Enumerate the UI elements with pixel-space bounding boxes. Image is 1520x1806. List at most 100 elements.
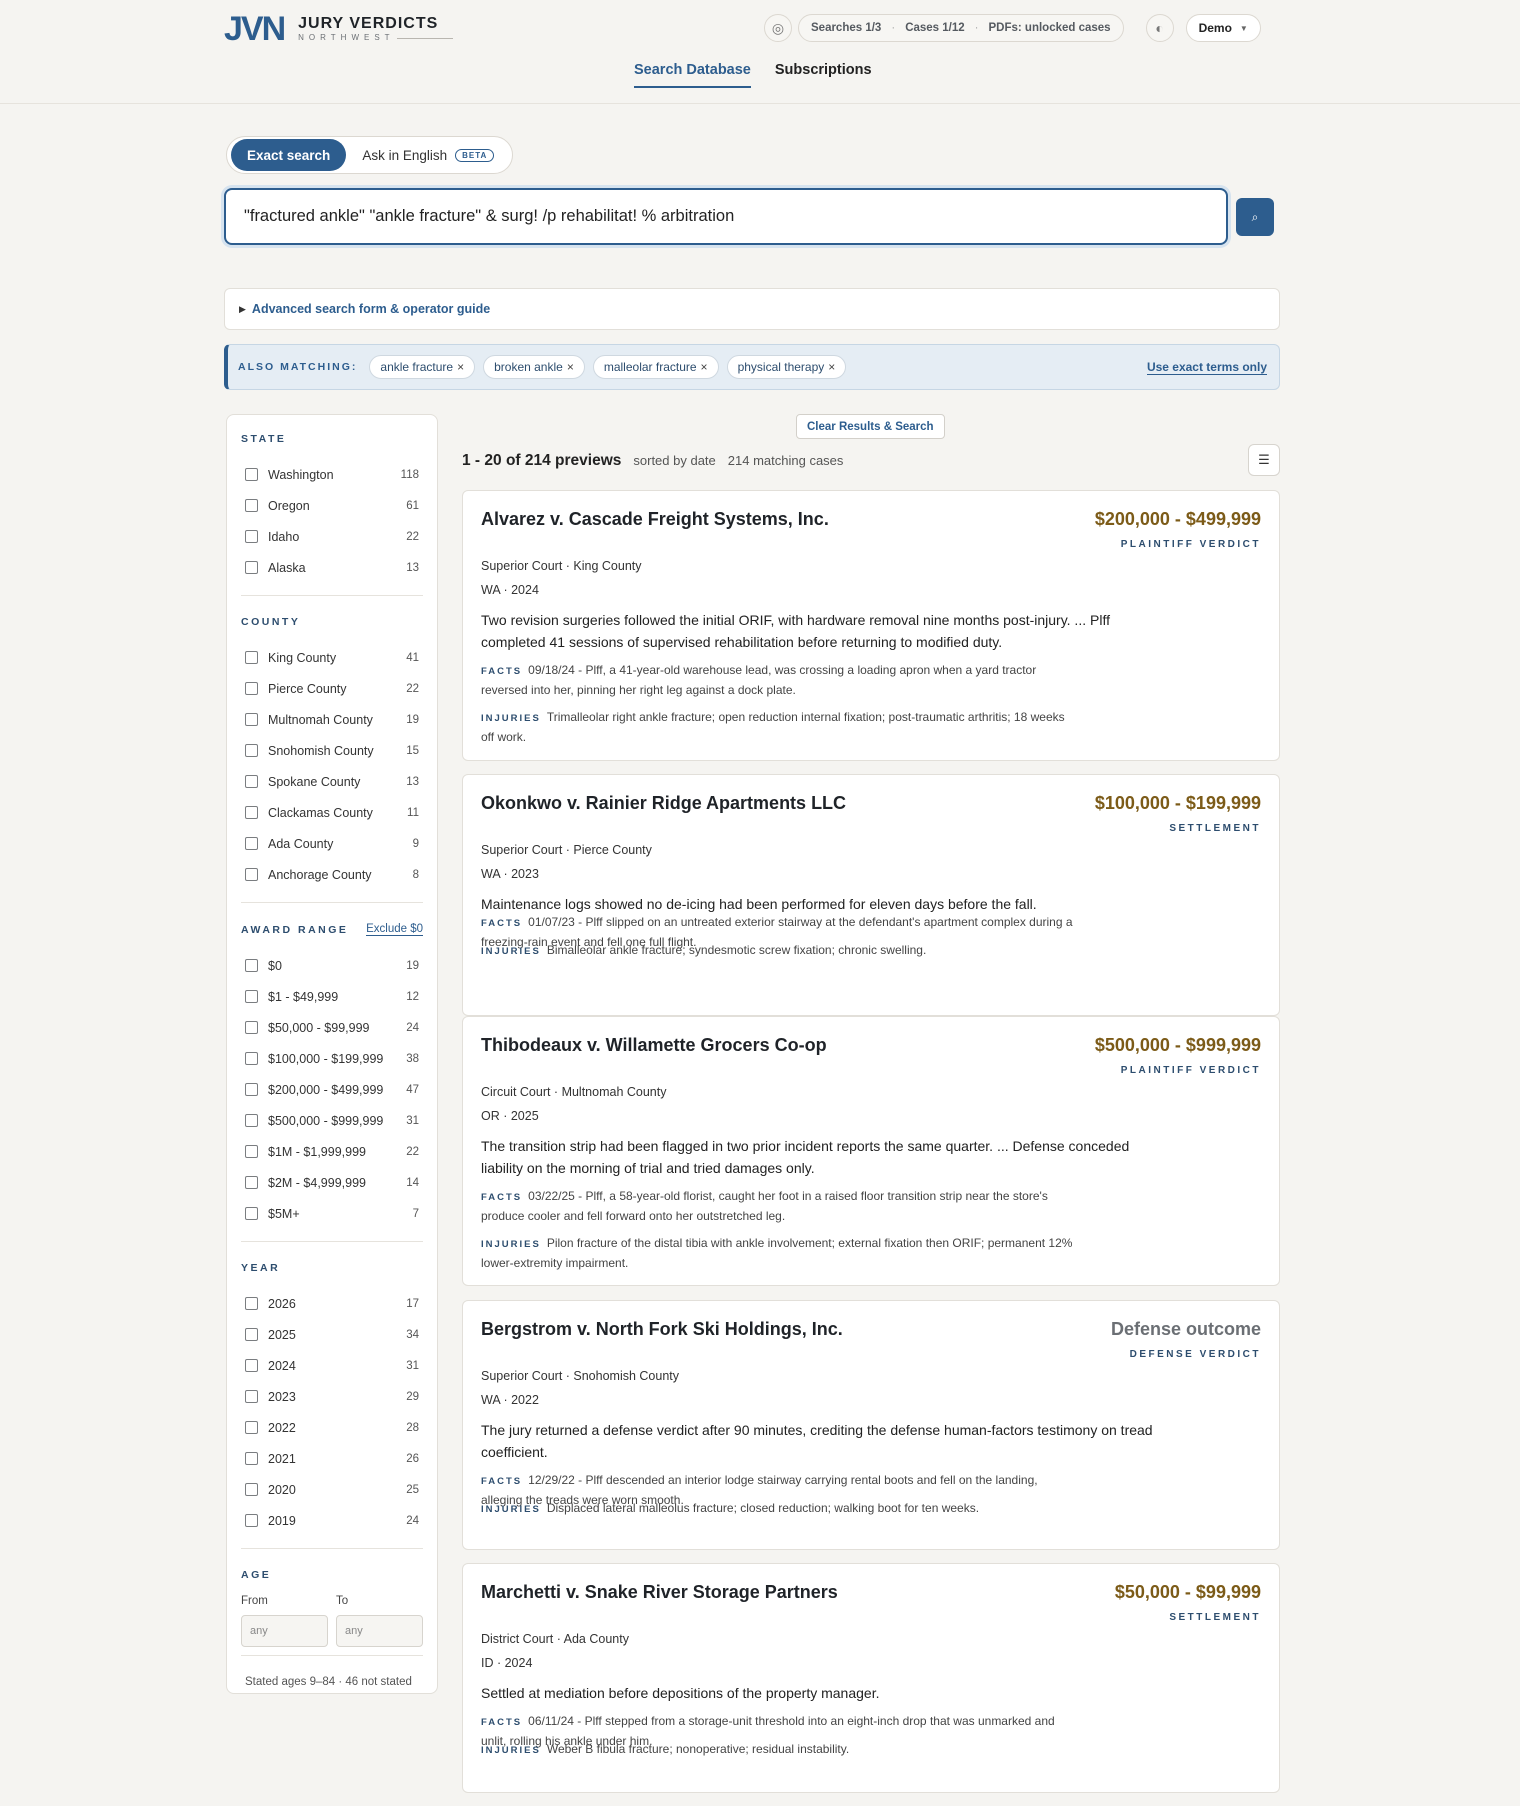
case-title[interactable]: Okonkwo v. Rainier Ridge Apartments LLC — [481, 793, 846, 814]
checkbox[interactable] — [245, 775, 258, 788]
clear-results-button[interactable]: Clear Results & Search — [796, 414, 945, 439]
case-card[interactable]: Alvarez v. Cascade Freight Systems, Inc.… — [462, 490, 1280, 761]
half-circle-icon[interactable]: ◐ — [1145, 14, 1174, 42]
close-icon[interactable]: × — [828, 360, 835, 374]
year-filter-item[interactable]: 2019 24 — [241, 1505, 423, 1536]
award-filter-item[interactable]: $50,000 - $99,999 24 — [241, 1012, 423, 1043]
checkbox[interactable] — [245, 1145, 258, 1158]
search-button[interactable]: ⌕ — [1236, 198, 1274, 236]
state-filter-item[interactable]: Idaho 22 — [241, 521, 423, 552]
injuries-label: INJURIES — [481, 1239, 541, 1250]
award-filter-item[interactable]: $100,000 - $199,999 38 — [241, 1043, 423, 1074]
year-filter-item[interactable]: 2022 28 — [241, 1412, 423, 1443]
award-filter-item[interactable]: $2M - $4,999,999 14 — [241, 1167, 423, 1198]
checkbox[interactable] — [245, 1390, 258, 1403]
chip-physical-therapy[interactable]: physical therapy × — [726, 355, 847, 379]
checkbox[interactable] — [245, 1176, 258, 1189]
case-title[interactable]: Bergstrom v. North Fork Ski Holdings, In… — [481, 1319, 843, 1340]
ask-english-button[interactable]: Ask in English BETA — [354, 148, 508, 163]
results-matching-count: 214 matching cases — [727, 453, 844, 468]
state-filter-item[interactable]: Alaska 13 — [241, 552, 423, 583]
sort-button[interactable]: ☰ — [1248, 444, 1280, 476]
checkbox[interactable] — [245, 1207, 258, 1220]
year-filter-item[interactable]: 2026 17 — [241, 1288, 423, 1319]
close-icon[interactable]: × — [457, 360, 464, 374]
checkbox[interactable] — [245, 1514, 258, 1527]
award-filter-item[interactable]: $5M+ 7 — [241, 1198, 423, 1229]
checkbox[interactable] — [245, 744, 258, 757]
info-ring-icon[interactable]: ◎ — [764, 14, 792, 42]
award-filter-item[interactable]: $500,000 - $999,999 31 — [241, 1105, 423, 1136]
checkbox[interactable] — [245, 1359, 258, 1372]
state-filter-item[interactable]: Oregon 61 — [241, 490, 423, 521]
user-menu-button[interactable]: Demo ▼ — [1185, 14, 1261, 42]
state-filter-item[interactable]: Washington 118 — [241, 459, 423, 490]
checkbox[interactable] — [245, 1021, 258, 1034]
award-filter-item[interactable]: $1 - $49,999 12 — [241, 981, 423, 1012]
year-filter-item[interactable]: 2020 25 — [241, 1474, 423, 1505]
checkbox[interactable] — [245, 561, 258, 574]
case-title[interactable]: Thibodeaux v. Willamette Grocers Co-op — [481, 1035, 827, 1056]
checkbox[interactable] — [245, 651, 258, 664]
checkbox[interactable] — [245, 1114, 258, 1127]
checkbox[interactable] — [245, 1483, 258, 1496]
year-filter-item[interactable]: 2025 34 — [241, 1319, 423, 1350]
county-filter-item[interactable]: Spokane County 13 — [241, 766, 423, 797]
filter-label: Anchorage County — [268, 867, 372, 882]
county-filter-item[interactable]: Pierce County 22 — [241, 673, 423, 704]
checkbox[interactable] — [245, 530, 258, 543]
case-title[interactable]: Marchetti v. Snake River Storage Partner… — [481, 1582, 838, 1603]
checkbox[interactable] — [245, 1297, 258, 1310]
exact-search-button[interactable]: Exact search — [231, 139, 347, 171]
checkbox[interactable] — [245, 1328, 258, 1341]
checkbox[interactable] — [245, 713, 258, 726]
chip-broken-ankle[interactable]: broken ankle × — [483, 355, 585, 379]
exclude-zero-link[interactable]: Exclude $0 — [366, 923, 423, 936]
chip-malleolar-fracture[interactable]: malleolar fracture × — [592, 355, 719, 379]
award-filter-item[interactable]: $0 19 — [241, 950, 423, 981]
checkbox[interactable] — [245, 1452, 258, 1465]
close-icon[interactable]: × — [567, 360, 574, 374]
checkbox[interactable] — [245, 959, 258, 972]
close-icon[interactable]: × — [701, 360, 708, 374]
checkbox[interactable] — [245, 837, 258, 850]
checkbox[interactable] — [245, 1083, 258, 1096]
county-filter-item[interactable]: Ada County 9 — [241, 828, 423, 859]
checkbox[interactable] — [245, 682, 258, 695]
year-filter-item[interactable]: 2024 31 — [241, 1350, 423, 1381]
advanced-search-toggle[interactable]: ▶ Advanced search form & operator guide — [224, 288, 1280, 330]
checkbox[interactable] — [245, 1421, 258, 1434]
county-filter-item[interactable]: King County 41 — [241, 642, 423, 673]
tab-subscriptions[interactable]: Subscriptions — [775, 62, 872, 88]
case-card[interactable]: Okonkwo v. Rainier Ridge Apartments LLC $… — [462, 774, 1280, 1016]
year-filter-item[interactable]: 2021 26 — [241, 1443, 423, 1474]
case-title[interactable]: Alvarez v. Cascade Freight Systems, Inc. — [481, 509, 829, 530]
county-filter-item[interactable]: Snohomish County 15 — [241, 735, 423, 766]
chip-ankle-fracture[interactable]: ankle fracture × — [369, 355, 476, 379]
checkbox[interactable] — [245, 1052, 258, 1065]
checkbox[interactable] — [245, 990, 258, 1003]
use-exact-terms-link[interactable]: Use exact terms only — [1146, 360, 1267, 375]
county-filter-item[interactable]: Anchorage County 8 — [241, 859, 423, 890]
county-filter-item[interactable]: Clackamas County 11 — [241, 797, 423, 828]
also-matching-label: ALSO MATCHING: — [238, 361, 358, 373]
filter-count: 22 — [406, 1145, 419, 1158]
case-card[interactable]: Thibodeaux v. Willamette Grocers Co-op $5… — [462, 1016, 1280, 1286]
checkbox[interactable] — [245, 806, 258, 819]
county-filter-item[interactable]: Multnomah County 19 — [241, 704, 423, 735]
search-input[interactable]: "fractured ankle" "ankle fracture" & sur… — [224, 188, 1228, 245]
site-header: JVN JURY VERDICTS NORTHWEST ◎ Searches 1… — [0, 0, 1520, 104]
year-filter-item[interactable]: 2023 29 — [241, 1381, 423, 1412]
award-filter-item[interactable]: $1M - $1,999,999 22 — [241, 1136, 423, 1167]
checkbox[interactable] — [245, 499, 258, 512]
site-logo[interactable]: JVN JURY VERDICTS NORTHWEST — [224, 12, 453, 46]
tab-search-database[interactable]: Search Database — [634, 62, 751, 88]
checkbox[interactable] — [245, 868, 258, 881]
checkbox[interactable] — [245, 468, 258, 481]
age-to-input[interactable]: any — [336, 1615, 423, 1647]
age-from-input[interactable]: any — [241, 1615, 328, 1647]
case-card[interactable]: Marchetti v. Snake River Storage Partner… — [462, 1563, 1280, 1793]
case-card[interactable]: Bergstrom v. North Fork Ski Holdings, In… — [462, 1300, 1280, 1550]
award-filter-item[interactable]: $200,000 - $499,999 47 — [241, 1074, 423, 1105]
case-amount: $50,000 - $99,999 — [1114, 1582, 1261, 1602]
